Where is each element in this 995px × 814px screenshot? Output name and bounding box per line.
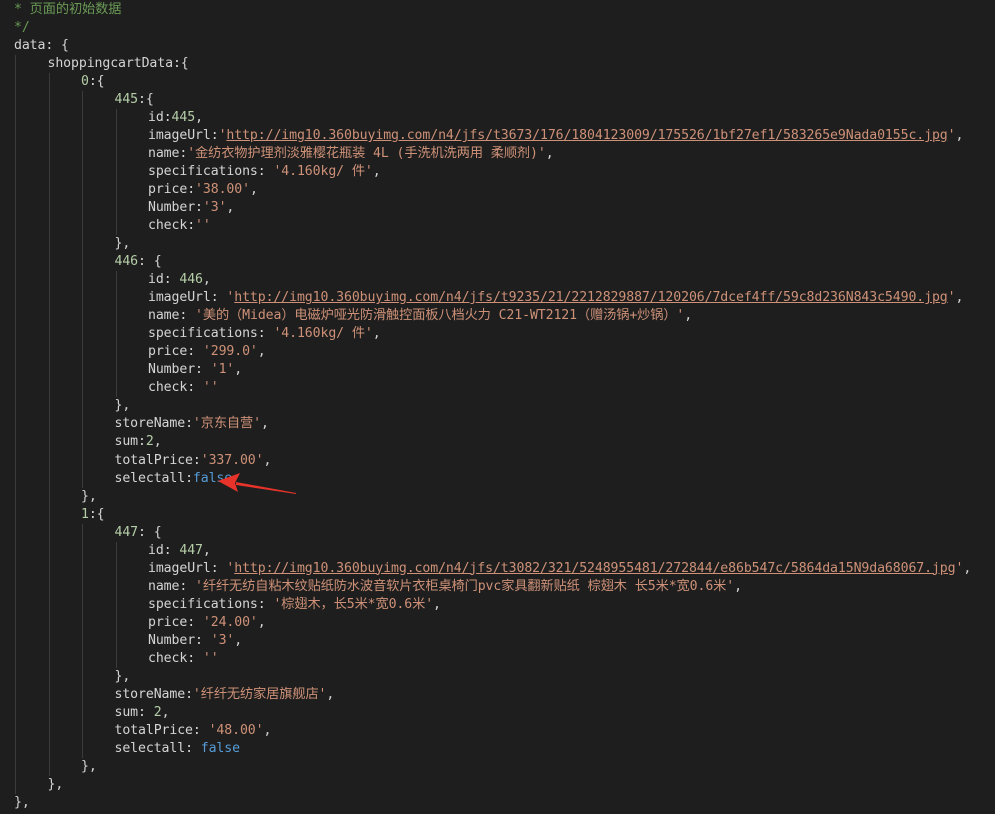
code-editor[interactable]: * 页面的初始数据 */data: {shoppingcartData:{0:{4… (0, 0, 995, 814)
arrow-shaft (236, 482, 296, 494)
annotation-arrow (218, 473, 296, 494)
